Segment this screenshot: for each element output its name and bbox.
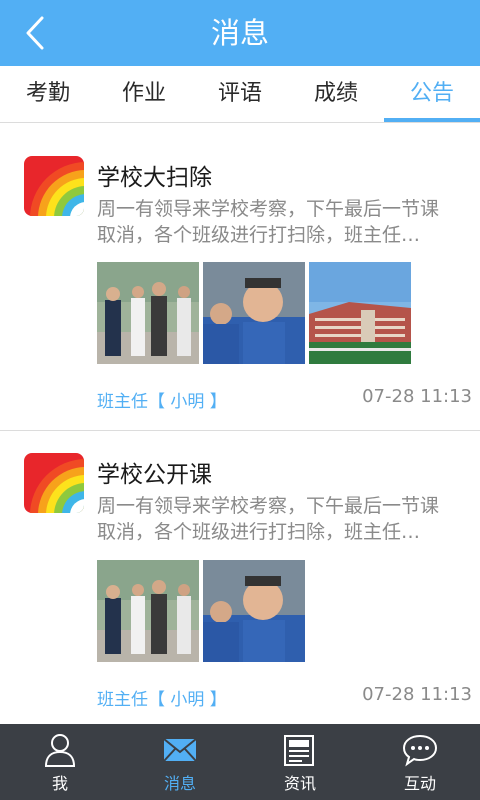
rainbow-logo-icon (24, 453, 84, 513)
announcement-card[interactable]: 学校大扫除 周一有领导来学校考察，下午最后一节课 取消，各个班级进行打扫除，班主… (0, 124, 480, 431)
tab-comments[interactable]: 评语 (192, 66, 288, 122)
nav-item-news[interactable]: 资讯 (240, 724, 360, 800)
tab-attendance[interactable]: 考勤 (0, 66, 96, 122)
nav-item-messages[interactable]: 消息 (120, 724, 240, 800)
tab-announcements[interactable]: 公告 (384, 66, 480, 122)
announcement-description: 周一有领导来学校考察，下午最后一节课 取消，各个班级进行打扫除，班主任… (97, 493, 457, 545)
envelope-icon (163, 738, 197, 762)
nav-label: 我 (51, 774, 68, 793)
tab-bar: 考勤 作业 评语 成绩 公告 (0, 66, 480, 123)
officials-walking-photo[interactable] (97, 262, 199, 364)
nav-label: 消息 (163, 774, 196, 793)
officials-smiling-photo[interactable] (203, 262, 305, 364)
nav-label: 互动 (403, 774, 436, 793)
description-line: 取消，各个班级进行打扫除，班主任… (97, 521, 421, 543)
school-building-photo[interactable] (309, 262, 411, 364)
bottom-navigation: 我 消息 资讯 互动 (0, 724, 480, 800)
chat-bubble-icon (402, 734, 438, 767)
page-title: 消息 (210, 16, 269, 50)
description-line: 周一有领导来学校考察，下午最后一节课 (97, 198, 440, 220)
tab-grades[interactable]: 成绩 (288, 66, 384, 122)
announcement-author: 班主任【 小明 】 (97, 690, 227, 710)
description-line: 周一有领导来学校考察，下午最后一节课 (97, 495, 440, 517)
announcement-author: 班主任【 小明 】 (97, 392, 227, 412)
nav-label: 资讯 (283, 774, 316, 793)
announcement-card[interactable]: 学校公开课 周一有领导来学校考察，下午最后一节课 取消，各个班级进行打扫除，班主… (0, 431, 480, 724)
person-icon (44, 734, 76, 767)
nav-item-me[interactable]: 我 (0, 724, 120, 800)
announcement-timestamp: 07-28 11:13 (362, 684, 472, 705)
announcement-title: 学校大扫除 (97, 165, 212, 191)
nav-item-interaction[interactable]: 互动 (360, 724, 480, 800)
officials-walking-photo[interactable] (97, 560, 199, 662)
tab-homework[interactable]: 作业 (96, 66, 192, 122)
newspaper-icon (284, 735, 314, 766)
officials-smiling-photo[interactable] (203, 560, 305, 662)
description-line: 取消，各个班级进行打扫除，班主任… (97, 224, 421, 246)
announcement-description: 周一有领导来学校考察，下午最后一节课 取消，各个班级进行打扫除，班主任… (97, 196, 457, 248)
announcement-title: 学校公开课 (97, 462, 212, 488)
app-header: 消息 (0, 0, 480, 66)
active-tab-indicator (384, 118, 480, 122)
rainbow-logo-icon (24, 156, 84, 216)
announcement-timestamp: 07-28 11:13 (362, 386, 472, 407)
